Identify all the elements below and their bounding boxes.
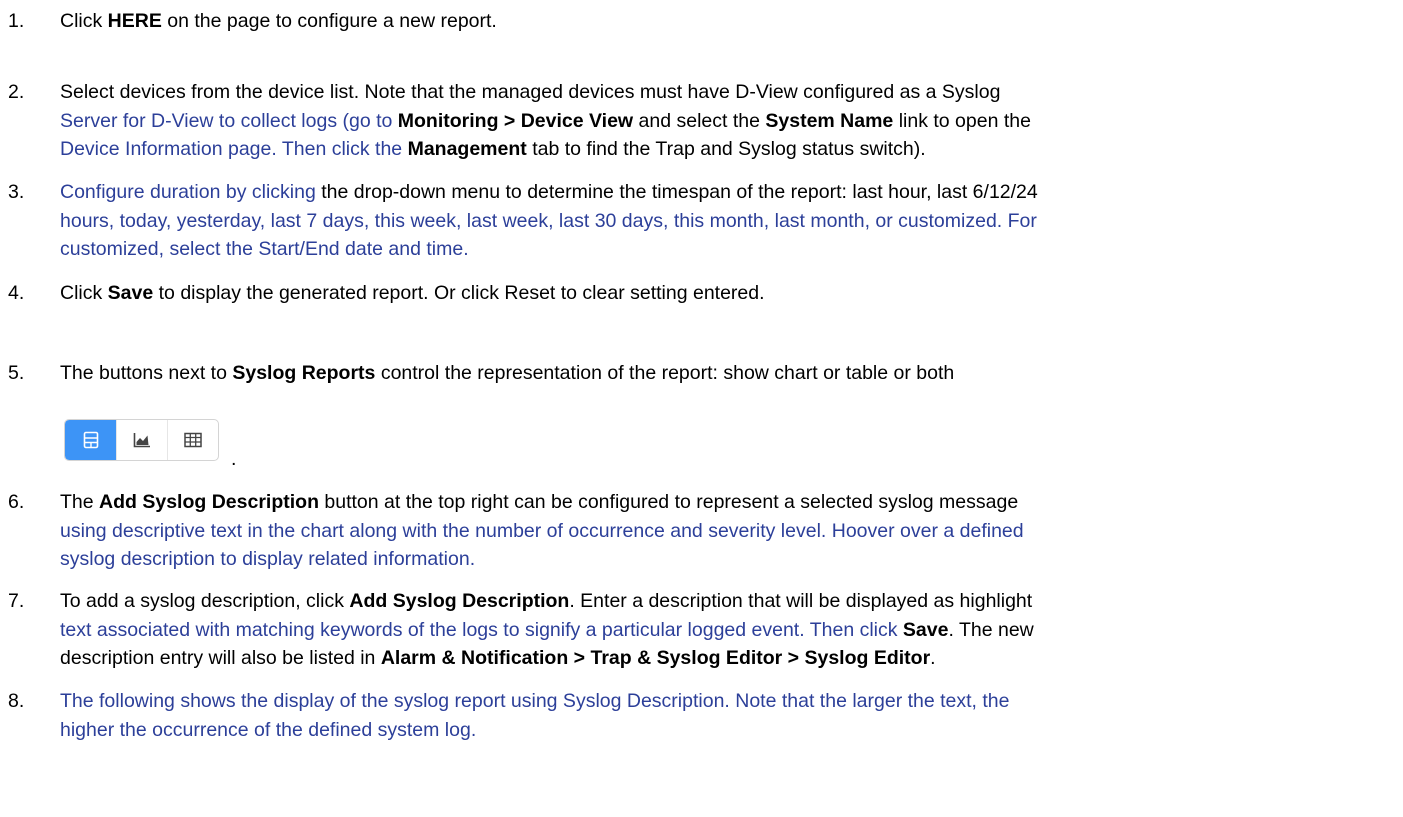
step-text-line: Server for D-View to collect logs (go to…	[60, 107, 1031, 135]
step-text-line: Click Save to display the generated repo…	[60, 279, 765, 307]
text-segment: To add a syslog description, click	[60, 590, 350, 612]
step-text-line: To add a syslog description, click Add S…	[60, 587, 1032, 615]
text-segment: The following shows the display of the s…	[60, 690, 1010, 712]
text-segment: . The new	[948, 618, 1034, 641]
area-chart-icon	[133, 433, 150, 448]
text-segment: on the page to configure a new report.	[161, 10, 497, 32]
text-segment: Click	[60, 10, 108, 32]
text-segment: using descriptive text in the chart alon…	[60, 519, 1024, 542]
bold-term: System Name	[765, 109, 894, 132]
step-text-line: The Add Syslog Description button at the…	[60, 488, 1018, 516]
step-text-line: syslog description to display related in…	[60, 545, 475, 573]
bold-term: Alarm & Notification > Trap & Syslog Edi…	[380, 647, 931, 669]
text-segment: description entry will also be listed in	[60, 647, 381, 669]
chart-view-button[interactable]	[116, 420, 167, 460]
step-number: 7.	[8, 590, 25, 612]
step-text-line: Device Information page. Then click the …	[60, 135, 926, 163]
text-segment: . Enter a description that will be displ…	[569, 590, 1033, 612]
step-text-line: higher the occurrence of the defined sys…	[60, 716, 476, 744]
step-number: 1.	[8, 10, 25, 32]
table-grid-icon	[184, 432, 202, 448]
text-segment: The	[60, 491, 100, 513]
text-segment: the drop-down menu to determine the time…	[321, 181, 1038, 203]
text-segment: button at the top right can be configure…	[318, 491, 1019, 513]
step-number: 3.	[8, 181, 25, 203]
text-segment: Configure duration by clicking	[60, 181, 322, 203]
step-text-line: description entry will also be listed in…	[60, 644, 936, 672]
text-segment: control the representation of the report…	[375, 362, 955, 384]
bold-term: Management	[407, 138, 527, 160]
text-segment: higher the occurrence of the defined sys…	[60, 718, 477, 741]
text-segment: tab to find the Trap and Syslog status s…	[526, 138, 926, 160]
step-text-line: Configure duration by clicking the drop-…	[60, 178, 1038, 206]
text-segment: link to open the	[893, 109, 1031, 132]
step-number: 5.	[8, 362, 25, 384]
text-segment: syslog description to display related in…	[60, 548, 476, 570]
step-text-line: text associated with matching keywords o…	[60, 616, 1034, 644]
step-number: 4.	[8, 282, 25, 304]
text-segment: Select devices from the device list. Not…	[60, 81, 1001, 103]
text-segment: .	[930, 647, 936, 669]
text-segment: to display the generated report. Or clic…	[153, 282, 765, 304]
step-number: 2.	[8, 81, 25, 103]
trailing-period: .	[231, 448, 237, 470]
text-segment: Server for D-View to collect logs (go to	[60, 109, 398, 132]
text-segment: and select the	[633, 109, 766, 132]
step-text-line: Click HERE on the page to configure a ne…	[60, 7, 497, 35]
bold-term: Add Syslog Description	[349, 590, 570, 612]
text-segment: text associated with matching keywords o…	[60, 618, 903, 641]
step-text-line: using descriptive text in the chart alon…	[60, 517, 1024, 545]
step-text-line: hours, today, yesterday, last 7 days, th…	[60, 207, 1037, 235]
bold-term: Save	[902, 618, 949, 641]
text-segment: hours, today, yesterday, last 7 days, th…	[60, 209, 1037, 232]
text-segment: Click	[60, 282, 108, 304]
step-text-line: The following shows the display of the s…	[60, 687, 1010, 715]
text-segment: The buttons next to	[60, 362, 233, 384]
view-mode-toggle	[64, 419, 219, 461]
bold-term: HERE	[107, 10, 162, 32]
step-text-line: Select devices from the device list. Not…	[60, 78, 1000, 106]
step-number: 6.	[8, 491, 25, 513]
bold-term: Syslog Reports	[232, 362, 376, 384]
bold-term: Save	[107, 282, 154, 304]
bold-term: Monitoring > Device View	[397, 109, 634, 132]
chart-and-table-icon	[83, 431, 98, 449]
table-view-button[interactable]	[167, 420, 218, 460]
text-segment: customized, select the Start/End date an…	[60, 238, 469, 260]
step-text-line: customized, select the Start/End date an…	[60, 235, 469, 263]
step-text-line: The buttons next to Syslog Reports contr…	[60, 359, 954, 387]
step-number: 8.	[8, 690, 25, 712]
text-segment: Device Information page. Then click the	[60, 138, 408, 160]
chart-and-table-view-button[interactable]	[65, 420, 116, 460]
bold-term: Add Syslog Description	[99, 491, 319, 513]
